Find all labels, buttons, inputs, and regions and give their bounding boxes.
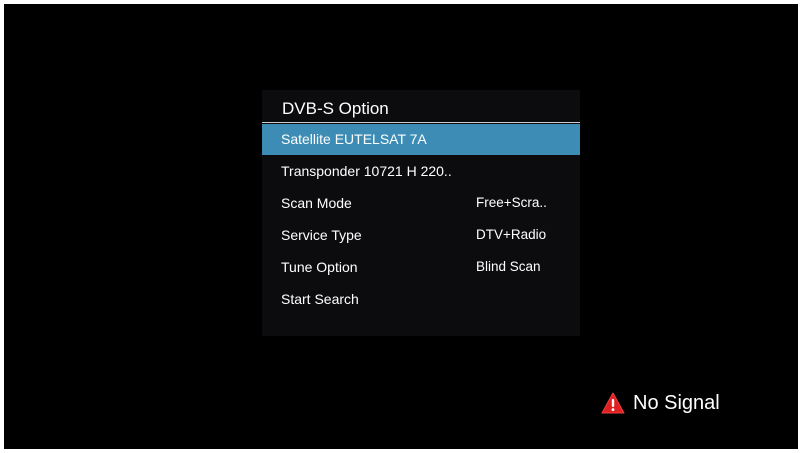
option-menu: Satellite EUTELSAT 7A Transponder 10721 … <box>262 124 580 315</box>
menu-item-label: Service Type <box>281 227 362 243</box>
status-text: No Signal <box>633 391 720 414</box>
warning-icon <box>601 392 625 414</box>
dvbs-option-panel: DVB-S Option Satellite EUTELSAT 7A Trans… <box>262 90 580 336</box>
menu-item-value: Free+Scra.. <box>476 195 547 210</box>
menu-item-start-search[interactable]: Start Search <box>262 283 580 315</box>
menu-item-scan-mode[interactable]: Scan Mode Free+Scra.. <box>262 187 580 219</box>
menu-item-value: DTV+Radio <box>476 227 547 242</box>
menu-item-label: Transponder 10721 H 220.. <box>281 163 452 179</box>
menu-item-label: Satellite EUTELSAT 7A <box>281 131 427 147</box>
menu-item-service-type[interactable]: Service Type DTV+Radio <box>262 219 580 251</box>
menu-item-satellite[interactable]: Satellite EUTELSAT 7A <box>262 124 580 155</box>
menu-item-label: Tune Option <box>281 259 358 275</box>
menu-item-value: Blind Scan <box>476 259 541 274</box>
menu-item-label: Start Search <box>281 291 359 307</box>
no-signal-status: No Signal <box>601 390 720 416</box>
title-divider <box>262 122 580 123</box>
menu-item-label: Scan Mode <box>281 195 352 211</box>
menu-item-transponder[interactable]: Transponder 10721 H 220.. <box>262 155 580 187</box>
menu-item-tune-option[interactable]: Tune Option Blind Scan <box>262 251 580 283</box>
panel-title: DVB-S Option <box>282 99 389 118</box>
tv-screen: DVB-S Option Satellite EUTELSAT 7A Trans… <box>4 4 798 449</box>
